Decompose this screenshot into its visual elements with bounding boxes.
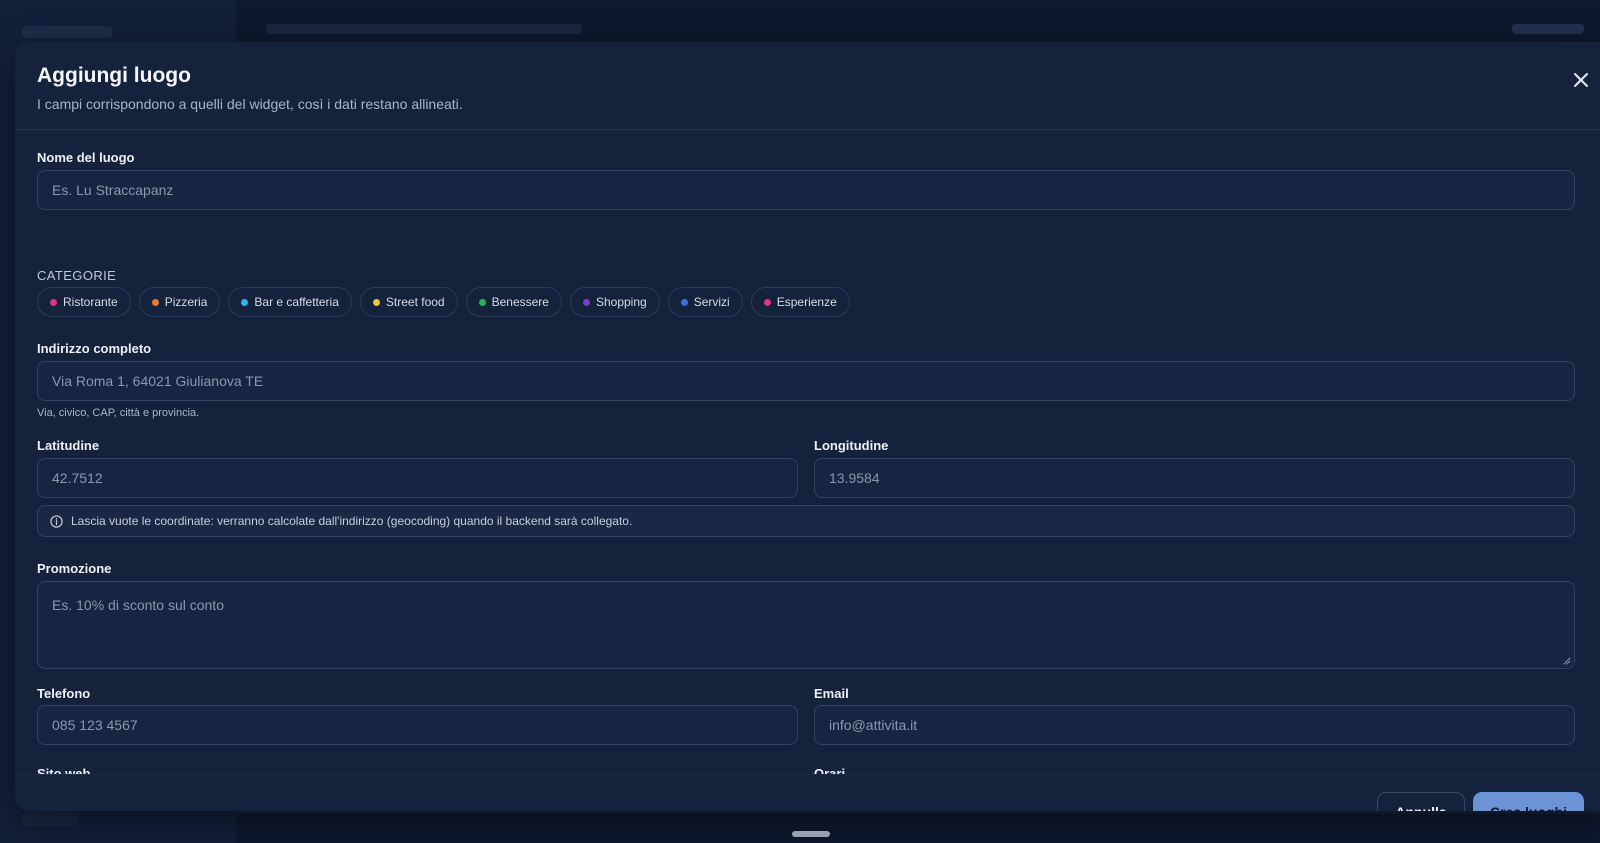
promotion-textarea[interactable]: Es. 10% di sconto sul conto — [37, 581, 1575, 669]
category-dot-icon — [241, 298, 249, 306]
category-chip-label: Shopping — [595, 295, 647, 309]
close-icon — [1574, 73, 1588, 87]
dialog-subtitle: I campi corrispondono a quelli del widge… — [37, 96, 463, 112]
category-chip-ristorante[interactable]: Ristorante — [37, 287, 131, 317]
category-chip-label: Servizi — [693, 295, 730, 309]
phone-input[interactable]: 085 123 4567 — [37, 705, 798, 745]
add-place-dialog: Aggiungi luogo I campi corrispondono a q… — [15, 42, 1600, 811]
category-dot-icon — [582, 298, 590, 306]
promotion-placeholder: Es. 10% di sconto sul conto — [52, 597, 224, 613]
category-chip-label: Street food — [385, 295, 445, 309]
promotion-label: Promozione — [37, 561, 112, 576]
latitude-input[interactable]: 42.7512 — [37, 458, 798, 498]
geocoding-info-text: Lascia vuote le coordinate: verranno cal… — [71, 514, 633, 528]
category-chip-pizzeria[interactable]: Pizzeria — [138, 287, 221, 317]
longitude-input[interactable]: 13.9584 — [814, 458, 1575, 498]
dialog-body: Nome del luogo Es. Lu Straccapanz CATEGO… — [15, 130, 1600, 774]
category-dot-icon — [372, 298, 380, 306]
address-label: Indirizzo completo — [37, 341, 152, 356]
category-chips: Ristorante Pizzeria Bar e caffetteria Stree… — [37, 287, 850, 317]
category-chip-shopping[interactable]: Shopping — [569, 287, 660, 317]
create-places-button[interactable]: Crea luoghi — [1473, 792, 1584, 811]
info-icon — [50, 514, 63, 528]
category-chip-label: Ristorante — [63, 295, 118, 309]
name-label: Nome del luogo — [37, 150, 135, 165]
category-chip-label: Bar e caffetteria — [254, 295, 339, 309]
category-chip-label: Benessere — [491, 295, 549, 309]
longitude-label: Longitudine — [814, 438, 889, 453]
category-dot-icon — [151, 298, 159, 306]
resize-grip-icon[interactable] — [1562, 656, 1571, 665]
background-sidebar-item — [22, 812, 78, 826]
drag-handle[interactable] — [792, 831, 830, 837]
phone-label: Telefono — [37, 686, 91, 701]
email-input[interactable]: info@attivita.it — [814, 705, 1575, 745]
email-label: Email — [814, 686, 849, 701]
category-chip-label: Pizzeria — [164, 295, 208, 309]
category-chip-esperienze[interactable]: Esperienze — [750, 287, 850, 317]
category-dot-icon — [680, 298, 688, 306]
background-header-text — [266, 24, 582, 34]
geocoding-info: Lascia vuote le coordinate: verranno cal… — [37, 505, 1575, 537]
category-dot-icon — [50, 298, 57, 306]
category-dot-icon — [763, 298, 771, 306]
dialog-title: Aggiungi luogo — [37, 64, 191, 87]
address-input[interactable]: Via Roma 1, 64021 Giulianova TE — [37, 361, 1575, 401]
categories-label: CATEGORIE — [37, 268, 117, 283]
dialog-footer: Annulla Crea luoghi — [15, 774, 1600, 811]
hours-label: Orari — [814, 766, 846, 774]
name-input[interactable]: Es. Lu Straccapanz — [37, 170, 1575, 210]
website-label: Sito web — [37, 766, 91, 774]
category-dot-icon — [478, 298, 486, 306]
category-chip-street-food[interactable]: Street food — [359, 287, 458, 317]
latitude-label: Latitudine — [37, 438, 100, 453]
cancel-button[interactable]: Annulla — [1377, 792, 1465, 811]
close-button[interactable] — [1568, 67, 1594, 93]
category-chip-label: Esperienze — [776, 295, 837, 309]
background-logo — [22, 26, 112, 38]
address-hint: Via, civico, CAP, città e provincia. — [37, 407, 200, 419]
category-chip-servizi[interactable]: Servizi — [667, 287, 743, 317]
dialog-header: Aggiungi luogo I campi corrispondono a q… — [15, 42, 1600, 130]
category-chip-bar-e-caffetteria[interactable]: Bar e caffetteria — [228, 287, 352, 317]
category-chip-benessere[interactable]: Benessere — [465, 287, 562, 317]
background-header-action — [1512, 24, 1584, 34]
